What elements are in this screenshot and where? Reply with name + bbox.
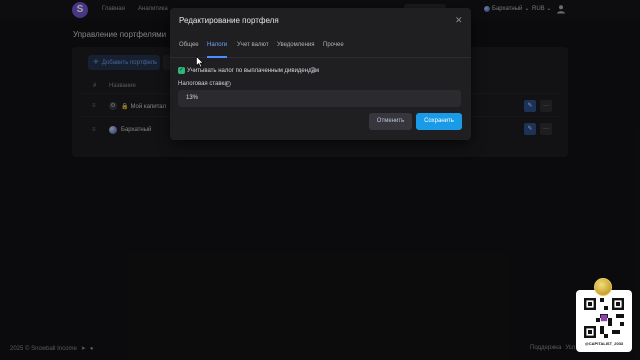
tab-taxes[interactable]: Налоги bbox=[207, 42, 227, 48]
tab-notifications[interactable]: Уведомления bbox=[277, 42, 315, 48]
cancel-button[interactable]: Отменить bbox=[369, 113, 412, 130]
edit-portfolio-modal: Редактирование портфеля ✕ Общее Налоги У… bbox=[170, 8, 471, 140]
tax-rate-input[interactable]: 13% bbox=[178, 90, 461, 107]
tax-rate-label: Налоговая ставка bbox=[178, 81, 228, 87]
watermark-caption: @CAPITALIST_2033 bbox=[584, 341, 624, 346]
dividend-tax-label[interactable]: Учитывать налог по выплаченным дивиденда… bbox=[187, 68, 319, 74]
tab-general[interactable]: Общее bbox=[179, 42, 199, 48]
tab-other[interactable]: Прочее bbox=[323, 42, 344, 48]
close-icon[interactable]: ✕ bbox=[455, 15, 463, 26]
help-icon[interactable]: ? bbox=[225, 81, 231, 87]
mouse-cursor-icon bbox=[196, 56, 204, 68]
save-button[interactable]: Сохранить bbox=[416, 113, 462, 130]
coin-badge-icon bbox=[594, 278, 612, 296]
modal-title: Редактирование портфеля bbox=[179, 16, 279, 25]
help-icon[interactable]: ? bbox=[310, 67, 316, 73]
active-tab-indicator bbox=[207, 56, 227, 58]
dividend-tax-checkbox[interactable]: ✓ bbox=[178, 67, 185, 74]
tab-currency[interactable]: Учет валют bbox=[237, 42, 269, 48]
qr-code-icon bbox=[584, 298, 624, 338]
